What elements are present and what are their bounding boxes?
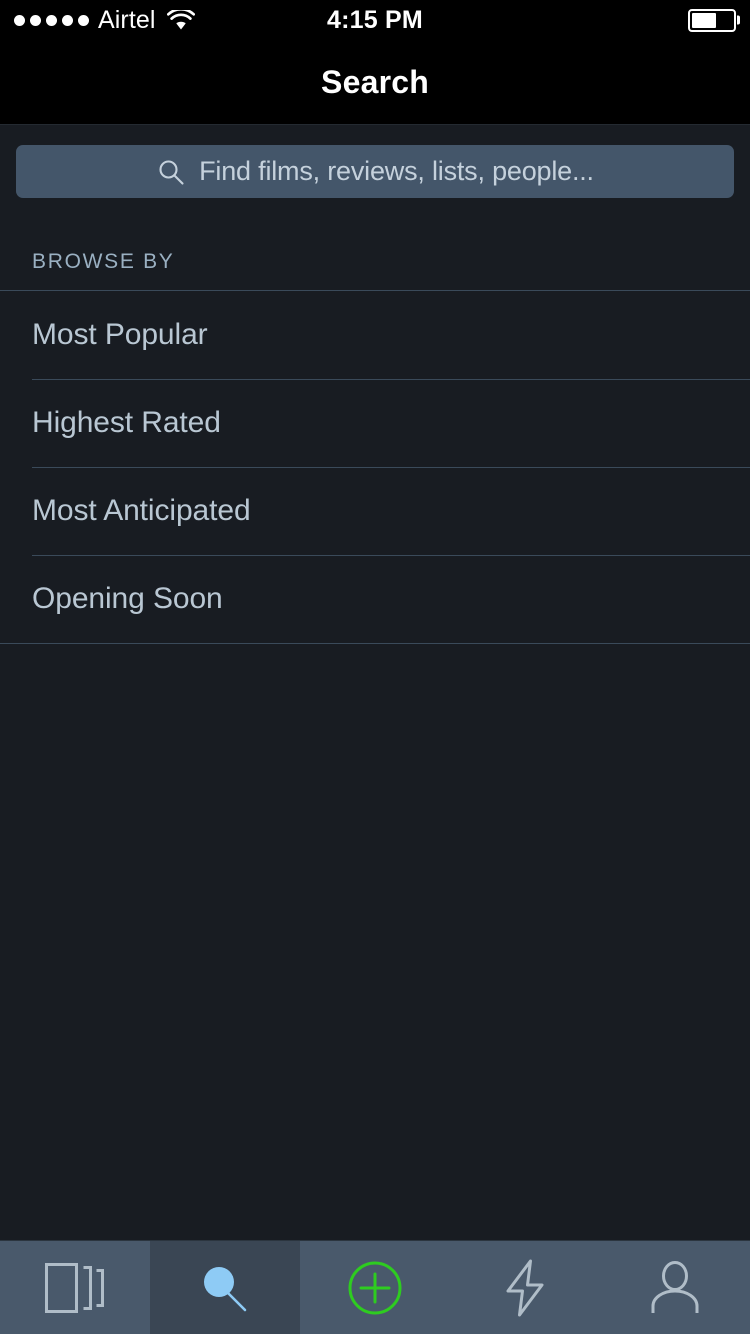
list-item[interactable]: Most Anticipated bbox=[0, 467, 750, 555]
battery-icon bbox=[688, 8, 736, 32]
search-input[interactable]: Find films, reviews, lists, people... bbox=[16, 145, 734, 198]
search-placeholder-text: Find films, reviews, lists, people... bbox=[199, 156, 594, 186]
navigation-bar: Search bbox=[0, 40, 750, 125]
list-item[interactable]: Opening Soon bbox=[0, 555, 750, 643]
tab-bar bbox=[0, 1240, 750, 1334]
browse-by-list: Most Popular Highest Rated Most Anticipate… bbox=[0, 290, 750, 644]
tab-films[interactable] bbox=[0, 1241, 150, 1334]
list-item-label: Most Popular bbox=[32, 318, 208, 351]
status-bar-left: Airtel bbox=[14, 5, 195, 34]
plus-circle-icon bbox=[348, 1261, 402, 1314]
films-stack-icon bbox=[45, 1262, 104, 1313]
search-magnifier-icon bbox=[204, 1266, 247, 1311]
app-screen: Airtel 4:15 PM Search Find films, review… bbox=[0, 0, 750, 1334]
signal-strength-icon bbox=[14, 14, 89, 26]
list-item-label: Opening Soon bbox=[32, 582, 223, 615]
page-title: Search bbox=[321, 63, 429, 100]
wifi-icon bbox=[166, 9, 195, 29]
tab-profile[interactable] bbox=[600, 1241, 750, 1334]
tab-activity[interactable] bbox=[450, 1241, 600, 1334]
lightning-bolt-icon bbox=[506, 1259, 544, 1316]
list-item-label: Highest Rated bbox=[32, 406, 221, 439]
tab-search[interactable] bbox=[150, 1241, 300, 1334]
search-icon bbox=[159, 159, 184, 185]
main-content: Find films, reviews, lists, people... BR… bbox=[0, 125, 750, 1240]
section-header-browse-by: BROWSE BY bbox=[32, 250, 175, 273]
list-item[interactable]: Highest Rated bbox=[0, 379, 750, 467]
carrier-label: Airtel bbox=[98, 5, 156, 34]
person-icon bbox=[651, 1260, 699, 1313]
status-bar: Airtel 4:15 PM bbox=[0, 0, 750, 40]
list-item[interactable]: Most Popular bbox=[0, 291, 750, 379]
status-bar-right bbox=[688, 8, 736, 32]
list-item-label: Most Anticipated bbox=[32, 494, 251, 527]
tab-add[interactable] bbox=[300, 1241, 450, 1334]
search-bar-container: Find films, reviews, lists, people... bbox=[0, 125, 750, 198]
